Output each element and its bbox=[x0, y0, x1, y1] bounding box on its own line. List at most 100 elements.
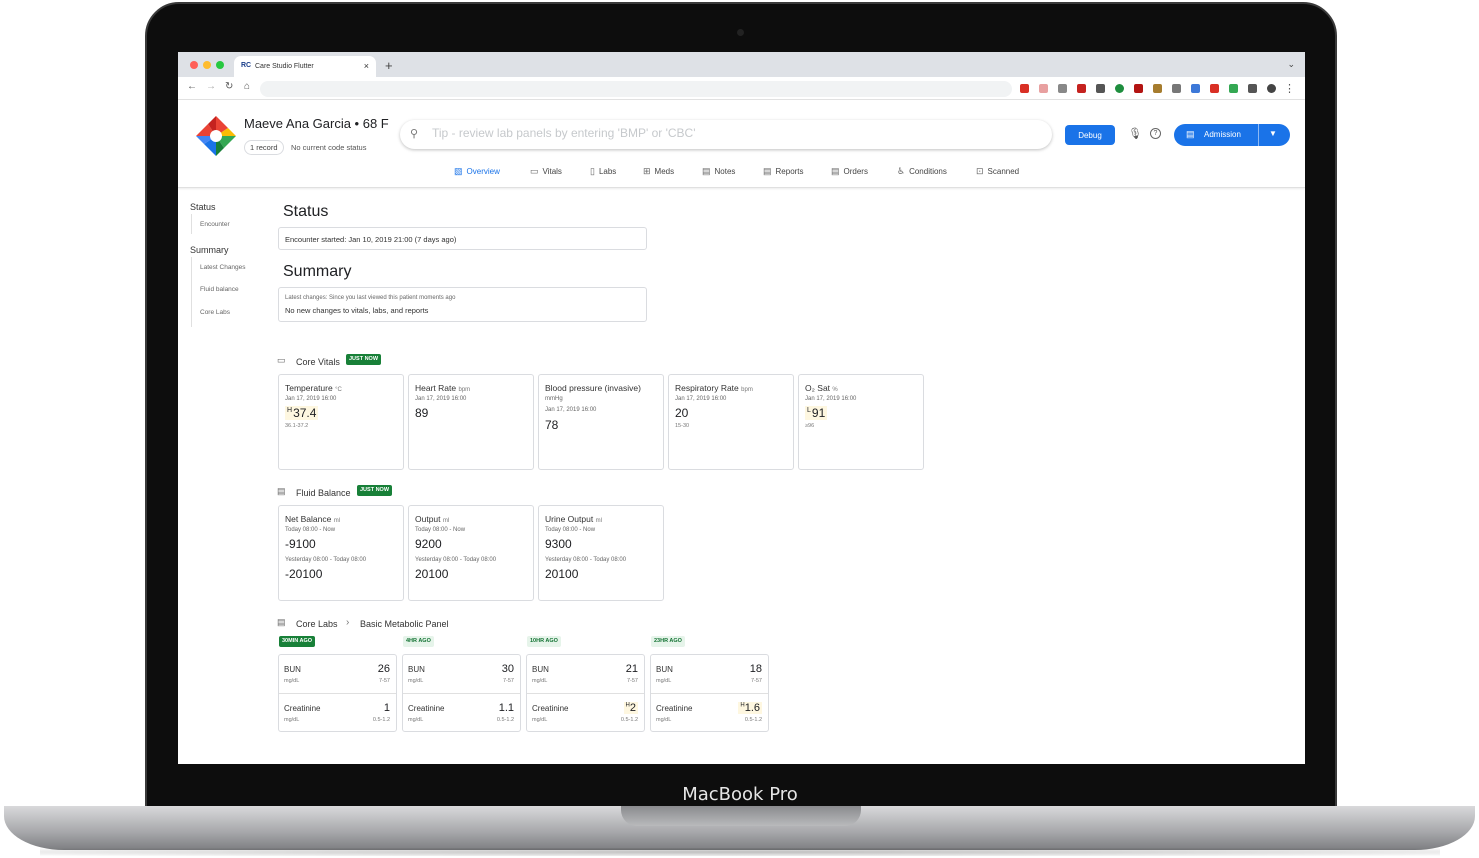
fluid-period: Today 08:00 - Now bbox=[545, 527, 596, 533]
vital-card-temperature[interactable]: Temperature °C Jan 17, 2019 16:00 H37.4 … bbox=[278, 374, 404, 470]
minimize-window-button[interactable] bbox=[203, 61, 211, 69]
admission-button[interactable]: ▤ Admission ▼ bbox=[1174, 124, 1290, 146]
tab-meds[interactable]: ⊞ Meds bbox=[643, 166, 674, 177]
nav-item-latest-changes[interactable]: Latest Changes bbox=[200, 264, 246, 271]
lab-value: 1.1 bbox=[498, 702, 514, 714]
extension-icon[interactable] bbox=[1096, 84, 1105, 93]
divider bbox=[651, 693, 768, 694]
lab-result-card[interactable]: BUN mg/dL 21 7-57 Creatinine mg/dL H2 0.… bbox=[526, 654, 645, 732]
lab-range: 7-57 bbox=[750, 678, 762, 684]
summary-title: Summary bbox=[283, 263, 352, 280]
tab-overview[interactable]: ▧ Overview bbox=[454, 166, 500, 177]
laptop-frame: MacBook Pro RC Care Studio Flutter × + ⌄… bbox=[0, 0, 1479, 858]
debug-button[interactable]: Debug bbox=[1065, 125, 1115, 145]
maximize-window-button[interactable] bbox=[216, 61, 224, 69]
browser-tab[interactable]: RC Care Studio Flutter × bbox=[234, 56, 376, 77]
tab-vitals[interactable]: ▭ Vitals bbox=[530, 166, 562, 177]
lab-result-card[interactable]: BUN mg/dL 26 7-57 Creatinine mg/dL 1 0.5… bbox=[278, 654, 397, 732]
fluid-unit: ml bbox=[333, 518, 341, 524]
code-status: No current code status bbox=[291, 143, 367, 152]
profile-avatar[interactable] bbox=[1267, 84, 1276, 93]
forward-icon[interactable]: → bbox=[206, 81, 216, 92]
microphone-icon[interactable]: 🎙︎ bbox=[1128, 127, 1142, 140]
nav-item-encounter[interactable]: Encounter bbox=[200, 221, 230, 228]
extension-icon[interactable] bbox=[1153, 84, 1162, 93]
nav-item-fluid-balance[interactable]: Fluid balance bbox=[200, 286, 239, 293]
lab-name: BUN bbox=[408, 665, 425, 674]
vital-card-blood-pressure[interactable]: Blood pressure (invasive) mmHg Jan 17, 2… bbox=[538, 374, 664, 470]
home-icon[interactable]: ⌂ bbox=[244, 81, 250, 92]
new-tab-button[interactable]: + bbox=[385, 58, 393, 73]
vital-card-heart-rate[interactable]: Heart Rate bpm Jan 17, 2019 16:00 89 bbox=[408, 374, 534, 470]
vital-unit: bpm bbox=[458, 387, 471, 393]
latest-changes-label: Latest changes: Since you last viewed th… bbox=[285, 295, 456, 301]
vital-date: Jan 17, 2019 16:00 bbox=[805, 396, 857, 402]
fluid-card-urine-output[interactable]: Urine Output ml Today 08:00 - Now 9300 Y… bbox=[538, 505, 664, 601]
reload-icon[interactable]: ↻ bbox=[225, 81, 233, 92]
fluid-period: Today 08:00 - Now bbox=[285, 527, 336, 533]
chevron-down-icon[interactable]: ▼ bbox=[1269, 129, 1277, 138]
lab-range: 7-57 bbox=[626, 678, 638, 684]
tab-conditions[interactable]: ♿︎ Conditions bbox=[897, 166, 947, 177]
vital-value: L91 bbox=[805, 406, 828, 420]
close-window-button[interactable] bbox=[190, 61, 198, 69]
extension-icon[interactable] bbox=[1020, 84, 1029, 93]
notes-icon: ▤ bbox=[702, 166, 711, 176]
laptop-notch bbox=[621, 806, 861, 826]
back-icon[interactable]: ← bbox=[187, 81, 197, 92]
nav-divider bbox=[191, 257, 192, 327]
vitals-icon: ▭ bbox=[277, 355, 286, 365]
search-input[interactable] bbox=[432, 126, 1032, 140]
lab-name: Creatinine bbox=[656, 704, 693, 713]
camera-extension-icon[interactable] bbox=[1058, 84, 1067, 93]
screen: RC Care Studio Flutter × + ⌄ ← → ↻ ⌂ ⋮ M… bbox=[178, 52, 1305, 764]
help-icon[interactable]: ? bbox=[1150, 128, 1161, 139]
vital-card-o2-sat[interactable]: O₂ Sat % Jan 17, 2019 16:00 L91 ≥96 bbox=[798, 374, 924, 470]
nav-summary-header[interactable]: Summary bbox=[190, 245, 229, 255]
extension-icon[interactable] bbox=[1229, 84, 1238, 93]
extension-icon[interactable] bbox=[1191, 84, 1200, 93]
nav-item-core-labs[interactable]: Core Labs bbox=[200, 309, 230, 316]
core-labs-title[interactable]: Core Labs bbox=[296, 619, 338, 629]
fluid-name: Output bbox=[415, 514, 441, 524]
tab-scanned[interactable]: ⊡ Scanned bbox=[976, 166, 1019, 177]
extension-icon[interactable] bbox=[1210, 84, 1219, 93]
tab-reports[interactable]: ▤ Reports bbox=[763, 166, 804, 177]
patient-name[interactable]: Maeve Ana Garcia • 68 F bbox=[244, 116, 389, 131]
vital-name: O₂ Sat bbox=[805, 383, 831, 393]
vital-unit: % bbox=[832, 387, 838, 393]
vital-range: 15-30 bbox=[675, 423, 690, 429]
nav-status-header[interactable]: Status bbox=[190, 202, 216, 212]
orders-icon: ▤ bbox=[831, 166, 840, 176]
fluid-card-output[interactable]: Output ml Today 08:00 - Now 9200 Yesterd… bbox=[408, 505, 534, 601]
lab-result-card[interactable]: BUN mg/dL 30 7-57 Creatinine mg/dL 1.1 0… bbox=[402, 654, 521, 732]
fluid-value: 9300 bbox=[545, 537, 572, 551]
admission-icon: ▤ bbox=[1186, 129, 1195, 139]
lab-unit: mg/dL bbox=[284, 717, 300, 723]
tab-search-chevron-icon[interactable]: ⌄ bbox=[1287, 59, 1295, 70]
tab-labs[interactable]: ▯ Labs bbox=[590, 166, 616, 177]
browser-menu-icon[interactable]: ⋮ bbox=[1284, 82, 1295, 95]
lab-value: H1.6 bbox=[738, 702, 762, 714]
extension-icon[interactable] bbox=[1134, 84, 1143, 93]
extension-icon[interactable] bbox=[1115, 84, 1124, 93]
overview-icon: ▧ bbox=[454, 166, 463, 176]
address-bar[interactable] bbox=[260, 81, 1012, 97]
lab-result-card[interactable]: BUN mg/dL 18 7-57 Creatinine mg/dL H1.6 … bbox=[650, 654, 769, 732]
fluid-card-net-balance[interactable]: Net Balance ml Today 08:00 - Now -9100 Y… bbox=[278, 505, 404, 601]
search-bar[interactable]: ⚲ bbox=[400, 120, 1052, 149]
puzzle-extensions-icon[interactable] bbox=[1248, 84, 1257, 93]
tab-notes[interactable]: ▤ Notes bbox=[702, 166, 735, 177]
fluid-value: -9100 bbox=[285, 537, 316, 551]
close-tab-icon[interactable]: × bbox=[364, 61, 369, 71]
meds-icon: ⊞ bbox=[643, 166, 651, 176]
tab-orders[interactable]: ▤ Orders bbox=[831, 166, 868, 177]
lab-unit: mg/dL bbox=[656, 678, 672, 684]
fluid-balance-icon: ▤ bbox=[277, 486, 286, 496]
breadcrumb-chevron-icon: › bbox=[346, 617, 350, 628]
extension-icon[interactable] bbox=[1039, 84, 1048, 93]
gmail-extension-icon[interactable] bbox=[1077, 84, 1086, 93]
extension-icon[interactable] bbox=[1172, 84, 1181, 93]
vital-card-respiratory-rate[interactable]: Respiratory Rate bpm Jan 17, 2019 16:00 … bbox=[668, 374, 794, 470]
record-chip[interactable]: 1 record bbox=[244, 140, 284, 155]
